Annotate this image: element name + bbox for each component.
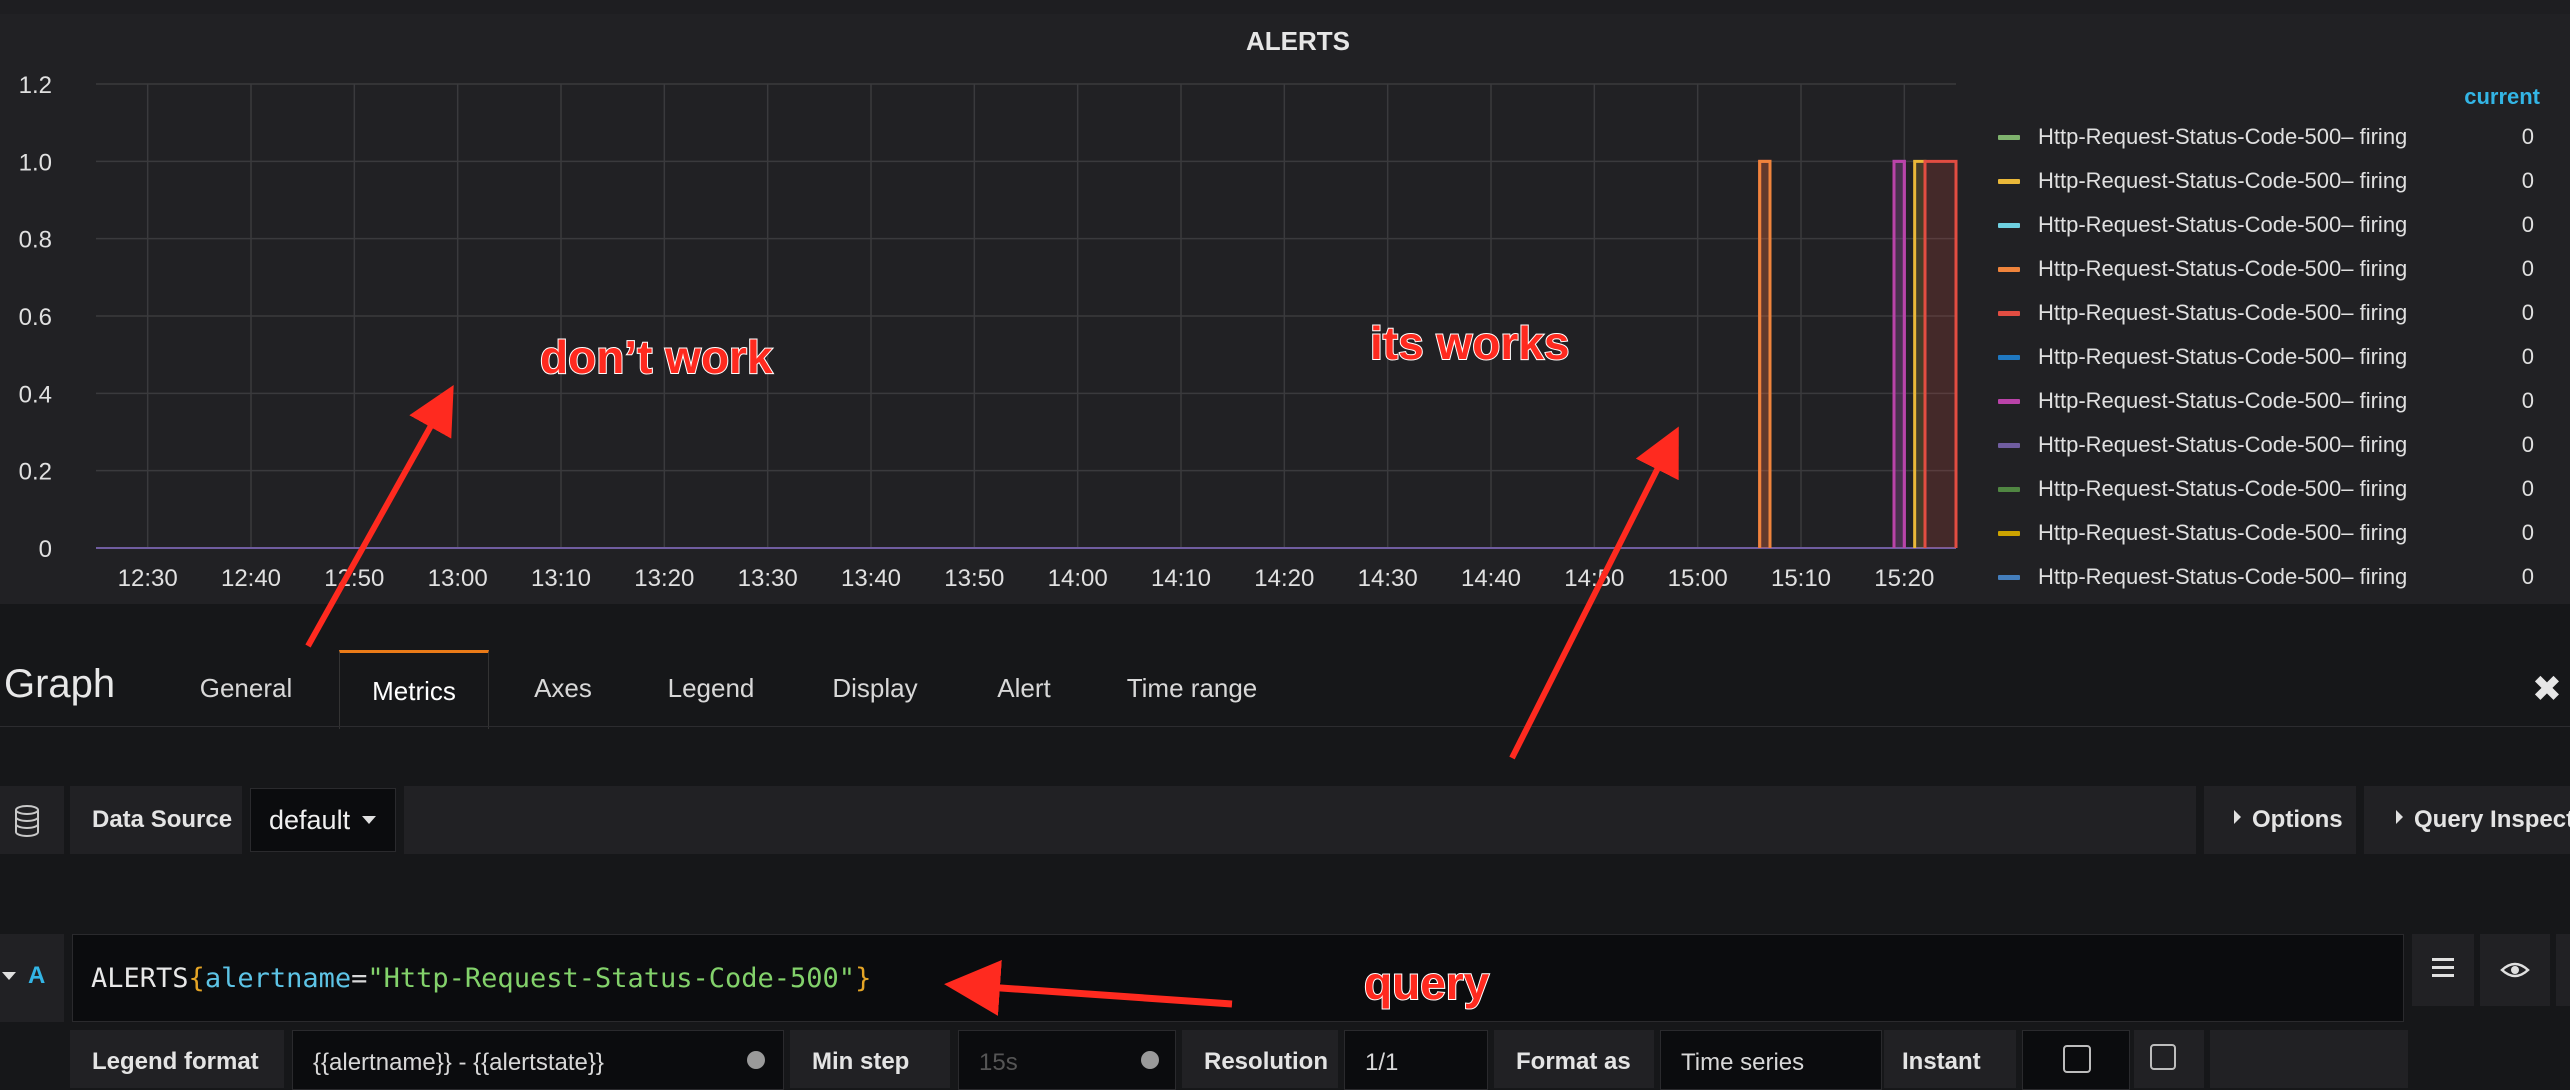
annotation-arrow-its-works — [1509, 426, 1679, 760]
annotation-query: query — [1363, 956, 1490, 1010]
annotation-dont-work: don’t work — [539, 330, 774, 384]
annotation-its-works: its works — [1369, 316, 1570, 370]
annotation-arrow-dont-work — [305, 385, 454, 648]
annotation-layer — [305, 385, 1679, 1016]
annotation-arrow-query — [944, 960, 1233, 1016]
